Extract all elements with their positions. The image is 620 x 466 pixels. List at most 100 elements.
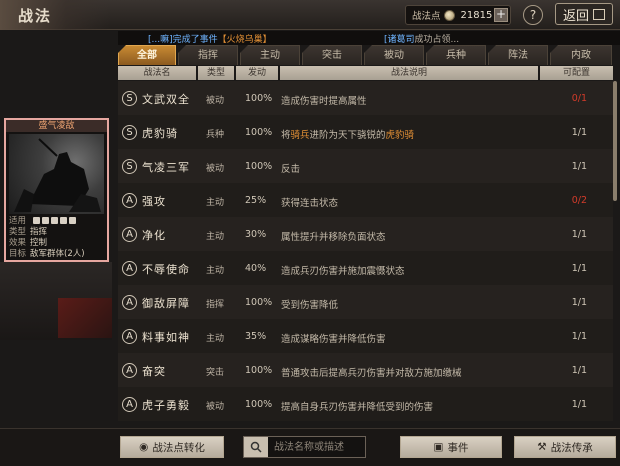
table-row[interactable]: A 料事如神 主动 35% 造成谋略伤害并降低伤害 1/1 xyxy=(118,319,613,353)
page-title: 战法 xyxy=(18,7,53,25)
tactic-detail-card[interactable]: 盛气凌敌 适用 类型 指挥 效果 控制 目标 敌军群体(2人) xyxy=(4,118,109,262)
tactic-rate: 100% xyxy=(245,365,273,376)
tactic-type: 突击 xyxy=(206,368,225,378)
search-icon[interactable] xyxy=(244,437,268,457)
list-scrollbar[interactable] xyxy=(613,81,617,201)
tactics-list[interactable]: S 文武双全 被动 100% 造成伤害时提高属性 0/1 S 虎豹骑 兵种 10… xyxy=(118,81,613,427)
tactic-type: 被动 xyxy=(206,164,225,174)
grade-badge: S xyxy=(122,159,137,174)
tab-formation[interactable]: 阵法 xyxy=(488,45,548,65)
card-use-label: 适用 xyxy=(9,216,27,226)
tactic-desc: 将骑兵进阶为天下骁锐的虎豹骑 xyxy=(281,127,414,141)
tactic-rate: 40% xyxy=(245,263,267,274)
event-label: 事件 xyxy=(447,441,469,454)
card-illustration xyxy=(9,134,104,214)
tactic-name: 气凌三军 xyxy=(142,161,190,174)
top-bar: 战法 战法点 21815 + ? 返回 xyxy=(0,0,620,30)
tactic-desc: 提高自身兵刃伤害并降低受到的伤害 xyxy=(281,402,434,413)
tactic-desc: 反击 xyxy=(281,164,301,175)
column-header: 战法名 类型 发动 战法说明 可配置 xyxy=(118,66,613,80)
troop-icons xyxy=(32,217,76,224)
tactic-type: 被动 xyxy=(206,402,225,412)
help-button[interactable]: ? xyxy=(523,5,543,25)
tab-internal[interactable]: 内政 xyxy=(550,45,612,65)
back-button[interactable]: 返回 xyxy=(555,3,613,25)
siege-icon xyxy=(68,217,76,224)
back-button-label: 返回 xyxy=(562,8,589,24)
card-effect-label: 效果 xyxy=(9,238,27,248)
tab-active[interactable]: 主动 xyxy=(240,45,300,65)
tab-all[interactable]: 全部 xyxy=(118,45,176,65)
inherit-label: 战法传承 xyxy=(550,441,593,454)
inherit-button[interactable]: ⚒ 战法传承 xyxy=(514,436,616,458)
table-row[interactable]: S 文武双全 被动 100% 造成伤害时提高属性 0/1 xyxy=(118,81,613,115)
col-desc: 战法说明 xyxy=(280,66,538,80)
tactic-rate: 100% xyxy=(245,161,273,172)
grade-badge: A xyxy=(122,397,137,412)
grade-badge: S xyxy=(122,91,137,106)
table-row[interactable]: A 净化 主动 30% 属性提升并移除负面状态 1/1 xyxy=(118,217,613,251)
tactic-config: 1/1 xyxy=(571,365,587,376)
tactic-desc: 造成谋略伤害并降低伤害 xyxy=(281,334,386,345)
category-tabs: 全部 指挥 主动 突击 被动 兵种 阵法 内政 xyxy=(118,45,613,65)
tactic-rate: 100% xyxy=(245,297,273,308)
coin-icon xyxy=(443,9,455,21)
col-name: 战法名 xyxy=(118,66,196,80)
tactic-config: 0/1 xyxy=(571,93,587,104)
tactic-rate: 100% xyxy=(245,93,273,104)
bow-icon xyxy=(50,217,58,224)
tactic-desc: 造成兵刃伤害并施加震慑状态 xyxy=(281,266,405,277)
table-row[interactable]: S 虎豹骑 兵种 100% 将骑兵进阶为天下骁锐的虎豹骑 1/1 xyxy=(118,115,613,149)
back-icon xyxy=(593,8,605,20)
col-config: 可配置 xyxy=(540,66,613,80)
news-item-right: [诸葛司成功占领... xyxy=(384,32,459,45)
tactic-points-display: 战法点 21815 + xyxy=(405,5,511,25)
table-row[interactable]: S 气凌三军 被动 100% 反击 1/1 xyxy=(118,149,613,183)
tactic-type: 主动 xyxy=(206,232,225,242)
news-left-prefix: [...嘛]完成了事件 xyxy=(148,34,218,45)
tactic-rate: 30% xyxy=(245,229,267,240)
tactic-rate: 100% xyxy=(245,399,273,410)
tactic-rate: 100% xyxy=(245,127,273,138)
table-row[interactable]: A 强攻 主动 25% 获得连击状态 0/2 xyxy=(118,183,613,217)
desc-part: 将 xyxy=(281,130,291,141)
event-icon: ▣ xyxy=(433,441,444,453)
table-row[interactable]: A 奋突 突击 100% 普通攻击后提高兵刃伤害并对敌方施加缴械 1/1 xyxy=(118,353,613,387)
tab-assault[interactable]: 突击 xyxy=(302,45,362,65)
tab-troop[interactable]: 兵种 xyxy=(426,45,486,65)
card-effect-line: 效果 控制 xyxy=(9,238,85,249)
table-row[interactable]: A 不辱使命 主动 40% 造成兵刃伤害并施加震慑状态 1/1 xyxy=(118,251,613,285)
col-rate: 发动 xyxy=(236,66,278,80)
tactic-name: 净化 xyxy=(142,229,166,242)
news-item-left: [...嘛]完成了事件【火烧乌巢】 xyxy=(148,32,272,45)
tab-passive[interactable]: 被动 xyxy=(364,45,424,65)
event-button[interactable]: ▣ 事件 xyxy=(400,436,502,458)
table-row[interactable]: A 虎子勇毅 被动 100% 提高自身兵刃伤害并降低受到的伤害 1/1 xyxy=(118,387,613,421)
col-type: 类型 xyxy=(198,66,234,80)
card-use-line: 适用 xyxy=(9,216,85,227)
tactic-type: 被动 xyxy=(206,96,225,106)
search-box[interactable] xyxy=(243,436,366,458)
tactic-name: 强攻 xyxy=(142,195,166,208)
convert-points-button[interactable]: ◉ 战法点转化 xyxy=(120,436,224,458)
table-row[interactable]: A 御敌屏障 指挥 100% 受到伤害降低 1/1 xyxy=(118,285,613,319)
tactic-config: 0/2 xyxy=(571,195,587,206)
desc-highlight: 虎豹骑 xyxy=(385,130,415,141)
background-art xyxy=(58,298,112,338)
tactic-config: 1/1 xyxy=(571,297,587,308)
tactic-type: 主动 xyxy=(206,266,225,276)
add-points-button[interactable]: + xyxy=(494,8,508,22)
news-ticker: [...嘛]完成了事件【火烧乌巢】 [诸葛司成功占领... xyxy=(118,31,620,45)
tactic-name: 奋突 xyxy=(142,365,166,378)
tactic-name: 料事如神 xyxy=(142,331,190,344)
search-input[interactable] xyxy=(268,437,364,457)
tactic-type: 兵种 xyxy=(206,130,225,140)
points-label: 战法点 xyxy=(412,11,441,22)
card-type-line: 类型 指挥 xyxy=(9,227,85,238)
card-type-value: 指挥 xyxy=(30,227,48,237)
shield-icon xyxy=(41,217,49,224)
tactic-type: 指挥 xyxy=(206,300,225,310)
card-title: 盛气凌敌 xyxy=(6,120,107,132)
convert-icon: ◉ xyxy=(139,441,149,453)
tab-command[interactable]: 指挥 xyxy=(178,45,238,65)
